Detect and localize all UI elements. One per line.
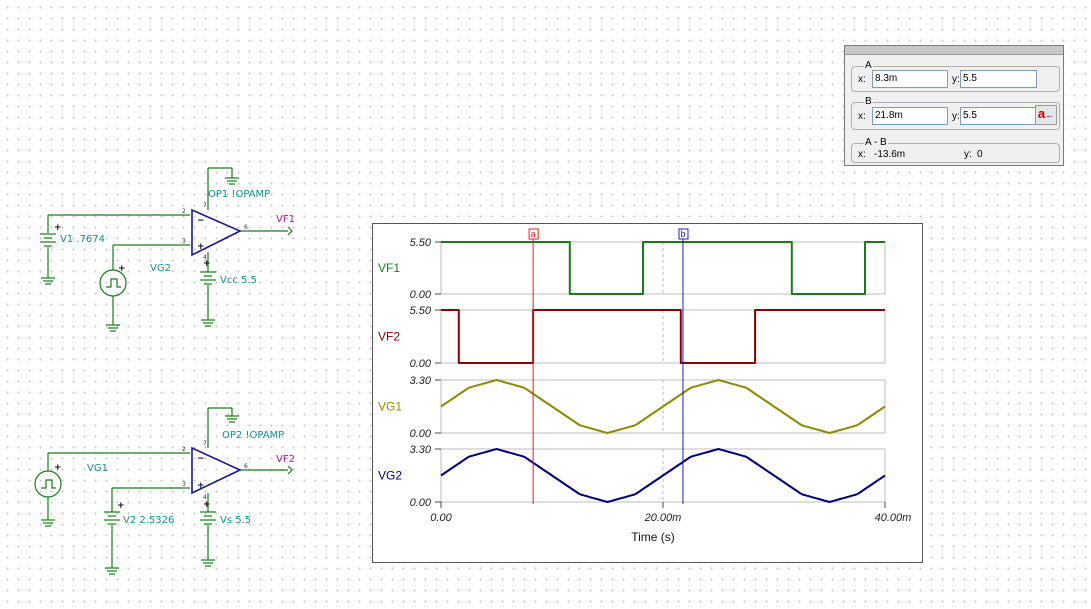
y-tick-label: 5.50 bbox=[410, 237, 432, 249]
cursor-a-x-field[interactable]: 8.3m bbox=[872, 70, 948, 88]
dc-source-label: V1 .7674 bbox=[60, 234, 105, 245]
signal-source-label: VG2 bbox=[150, 263, 171, 274]
cursor-panel: A x: 8.3m y: 5.5 B x: 21.8m y: 5.5 a← A … bbox=[844, 45, 1064, 166]
swap-cursor-button[interactable]: a← bbox=[1035, 105, 1057, 125]
svg-text:+: + bbox=[54, 463, 62, 473]
svg-text:+: + bbox=[197, 242, 205, 252]
series-name: VG1 bbox=[378, 400, 402, 414]
cursor-diff-group: A - B x: -13.6m y: 0 bbox=[851, 137, 1060, 163]
series-name: VF1 bbox=[378, 261, 400, 275]
cursor-b-x-label: x: bbox=[858, 111, 866, 122]
pin-label: 3 bbox=[182, 238, 186, 245]
cursor-b-y-label: y: bbox=[952, 111, 960, 122]
cursor-a-tag: a bbox=[531, 229, 536, 239]
y-tick-label: 0.00 bbox=[410, 358, 432, 370]
diff-y-label: y: bbox=[964, 149, 972, 160]
pin-label: 2 bbox=[182, 208, 186, 215]
y-tick-label: 3.30 bbox=[410, 444, 432, 456]
x-tick-label: 40.00m bbox=[875, 512, 912, 524]
diff-x-label: x: bbox=[858, 149, 866, 160]
output-label-vf1: VF1 bbox=[276, 214, 295, 225]
svg-text:+: + bbox=[117, 501, 125, 511]
x-tick-label: 20.00m bbox=[644, 512, 682, 524]
signal-source-label: VG1 bbox=[87, 463, 108, 474]
arrow-left-icon: ← bbox=[1045, 110, 1055, 120]
opamp-label: OP2 !OPAMP bbox=[222, 430, 284, 441]
cursor-a-group: A x: 8.3m y: 5.5 bbox=[851, 60, 1060, 92]
oscilloscope-chart[interactable]: 5.50 0.00 VF1 5.50 0.00 VF2 3.30 0.00 VG1 3.30 0.0… bbox=[372, 223, 923, 563]
y-tick-label: 0.00 bbox=[410, 428, 432, 440]
y-tick-label: 0.00 bbox=[410, 289, 432, 301]
supply-label: Vs 5.5 bbox=[220, 515, 251, 526]
svg-text:+: + bbox=[118, 264, 126, 274]
y-tick-label: 3.30 bbox=[410, 375, 432, 387]
svg-text:+: + bbox=[54, 223, 62, 233]
pin-label: 6 bbox=[244, 463, 248, 470]
diff-x-value: -13.6m bbox=[874, 149, 906, 160]
output-label-vf2: VF2 bbox=[276, 454, 295, 465]
dc-source-label: V2 2.5326 bbox=[123, 515, 174, 526]
cursor-diff-title: A - B bbox=[864, 137, 888, 148]
cursor-a-y-field[interactable]: 5.5 bbox=[960, 70, 1037, 88]
pin-label: 7 bbox=[203, 440, 207, 447]
supply-label: Vcc 5.5 bbox=[220, 275, 257, 286]
svg-text:−: − bbox=[197, 454, 205, 464]
x-tick-label: 0.00 bbox=[430, 512, 452, 524]
pin-label: 7 bbox=[203, 202, 207, 209]
svg-text:+: + bbox=[203, 500, 211, 510]
cursor-a-y-label: y: bbox=[952, 74, 960, 85]
series-name: VG2 bbox=[378, 469, 402, 483]
panel-titlebar[interactable] bbox=[845, 46, 1063, 55]
y-tick-label: 0.00 bbox=[410, 497, 432, 509]
pin-label: 4 bbox=[203, 494, 207, 501]
cursor-b-y-field[interactable]: 5.5 bbox=[960, 107, 1037, 125]
cursor-b-tag: b bbox=[680, 229, 685, 239]
pin-label: 4 bbox=[203, 254, 207, 261]
cursor-b-group: B x: 21.8m y: 5.5 a← bbox=[851, 96, 1060, 130]
svg-text:+: + bbox=[197, 481, 205, 491]
cursor-b-title: B bbox=[864, 96, 873, 107]
x-axis-title: Time (s) bbox=[631, 530, 675, 544]
diff-y-value: 0 bbox=[977, 149, 983, 160]
opamp-label: OP1 !OPAMP bbox=[208, 189, 270, 200]
schematic-canvas: − + + + + 2 3 6 7 4 OP1 !OPAMP V1 .7674 … bbox=[34, 167, 295, 575]
pin-label: 2 bbox=[182, 446, 186, 453]
y-tick-label: 5.50 bbox=[410, 305, 432, 317]
series-name: VF2 bbox=[378, 330, 400, 344]
svg-text:−: − bbox=[197, 216, 205, 226]
cursor-b-x-field[interactable]: 21.8m bbox=[872, 107, 948, 125]
chart-svg: 5.50 0.00 VF1 5.50 0.00 VF2 3.30 0.00 VG1 3.30 0.0… bbox=[378, 228, 912, 544]
signal-source-vg1 bbox=[34, 470, 62, 498]
cursor-a-x-label: x: bbox=[858, 74, 866, 85]
pin-label: 3 bbox=[182, 481, 186, 488]
pin-label: 6 bbox=[244, 224, 248, 231]
